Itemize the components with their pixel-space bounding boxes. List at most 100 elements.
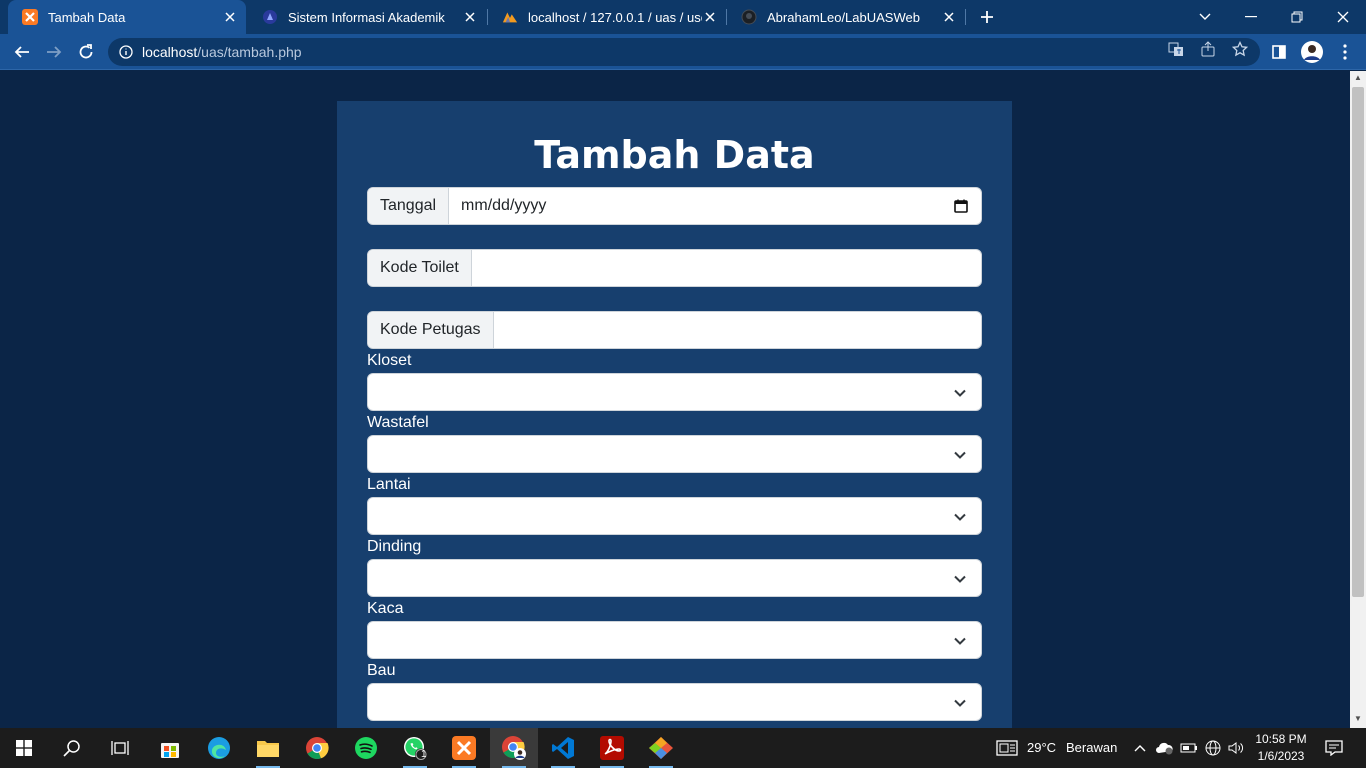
tab-search-button[interactable] [1182, 0, 1228, 34]
tab-title: Sistem Informasi Akademik [288, 9, 445, 25]
scroll-down-arrow-icon[interactable]: ▼ [1353, 714, 1363, 724]
kode-petugas-field[interactable] [493, 312, 981, 348]
close-icon[interactable] [702, 9, 718, 25]
git-icon [649, 737, 673, 759]
tab-phpmyadmin[interactable]: localhost / 127.0.0.1 / uas / users [488, 0, 726, 34]
search-button[interactable] [48, 728, 96, 768]
weather-monitor-icon [996, 740, 1018, 756]
edge-app[interactable] [195, 728, 243, 768]
chrome-profile-icon [502, 736, 526, 760]
restore-icon [1291, 11, 1303, 23]
close-window-button[interactable] [1320, 0, 1366, 34]
minimize-button[interactable] [1228, 0, 1274, 34]
onedrive-tray[interactable] [1153, 728, 1177, 768]
back-button[interactable] [8, 38, 36, 66]
lantai-label: Lantai [367, 476, 411, 493]
close-icon [1337, 11, 1349, 23]
battery-icon [1180, 743, 1197, 753]
translate-button[interactable] [1167, 40, 1185, 58]
close-icon[interactable] [462, 9, 478, 25]
info-icon[interactable] [118, 44, 134, 60]
minimize-icon [1245, 16, 1257, 18]
new-tab-button[interactable] [975, 5, 999, 29]
scroll-up-arrow-icon[interactable]: ▲ [1353, 73, 1363, 83]
dinding-label: Dinding [367, 538, 422, 555]
chevron-down-icon [954, 699, 966, 707]
clock-time: 10:58 PM [1255, 732, 1307, 746]
clock-date: 1/6/2023 [1257, 749, 1305, 763]
wastafel-label: Wastafel [367, 414, 429, 431]
tab-sistem-informasi[interactable]: Sistem Informasi Akademik [248, 0, 486, 34]
tab-title: Tambah Data [48, 9, 126, 25]
wastafel-select[interactable] [367, 435, 982, 473]
chrome-app[interactable] [293, 728, 341, 768]
notifications-button[interactable] [1318, 728, 1350, 768]
side-panel-button[interactable] [1265, 38, 1293, 66]
kaca-label: Kaca [367, 600, 404, 617]
github-icon [741, 9, 757, 25]
tanggal-date-field[interactable]: mm/dd/yyyy [449, 188, 941, 224]
page-scrollbar[interactable]: ▲ ▼ [1350, 71, 1366, 728]
dinding-select[interactable] [367, 559, 982, 597]
close-icon[interactable] [941, 9, 957, 25]
address-bar[interactable]: localhost/uas/tambah.php [108, 38, 1260, 66]
git-app[interactable] [637, 728, 685, 768]
tab-github[interactable]: AbrahamLeo/LabUASWeb [727, 0, 965, 34]
vscode-app[interactable] [539, 728, 587, 768]
reload-button[interactable] [72, 38, 100, 66]
forward-button[interactable] [40, 38, 68, 66]
task-view-button[interactable] [96, 728, 144, 768]
network-tray[interactable] [1201, 728, 1225, 768]
side-panel-icon [1272, 45, 1286, 59]
profile-button[interactable] [1298, 38, 1326, 66]
chevron-down-icon [954, 637, 966, 645]
phpmyadmin-icon [502, 9, 518, 25]
onedrive-icon [1156, 742, 1173, 755]
restore-button[interactable] [1274, 0, 1320, 34]
windows-taskbar: 1 29°C Berawan 10:58 PM 1/6/2023 [0, 728, 1366, 768]
kode-toilet-field[interactable] [471, 250, 981, 286]
taskbar-clock[interactable]: 10:58 PM 1/6/2023 [1248, 731, 1314, 765]
menu-button[interactable] [1331, 38, 1359, 66]
star-icon [1232, 41, 1248, 57]
kode-petugas-label: Kode Petugas [368, 312, 494, 348]
chrome-profile-app[interactable] [490, 728, 538, 768]
url-host: localhost [142, 44, 198, 60]
volume-tray[interactable] [1224, 728, 1248, 768]
tab-title: localhost / 127.0.0.1 / uas / users [528, 9, 702, 25]
weather-condition: Berawan [1066, 740, 1118, 755]
chrome-icon [306, 737, 329, 760]
calendar-icon[interactable] [941, 188, 981, 224]
spotify-app[interactable] [342, 728, 390, 768]
start-icon [16, 740, 32, 756]
store-app[interactable] [146, 728, 194, 768]
start-button[interactable] [0, 728, 48, 768]
battery-tray[interactable] [1177, 728, 1201, 768]
chevron-up-icon [1134, 745, 1146, 752]
chevron-down-icon [1199, 13, 1211, 20]
task-view-icon [111, 741, 129, 755]
share-button[interactable] [1199, 40, 1217, 58]
url-text: localhost/uas/tambah.php [142, 44, 302, 60]
scrollbar-thumb[interactable] [1352, 87, 1364, 597]
file-explorer-app[interactable] [244, 728, 292, 768]
whatsapp-app[interactable]: 1 [391, 728, 439, 768]
bookmark-button[interactable] [1231, 40, 1249, 58]
tab-separator [965, 9, 966, 25]
notification-icon [1325, 740, 1343, 756]
acrobat-app[interactable] [588, 728, 636, 768]
lantai-select[interactable] [367, 497, 982, 535]
avatar [1301, 41, 1323, 63]
tray-overflow-button[interactable] [1128, 728, 1152, 768]
arrow-right-icon [47, 46, 62, 58]
weather-temp: 29°C [1027, 740, 1057, 755]
close-icon[interactable] [222, 9, 238, 25]
university-icon [262, 9, 278, 25]
kaca-select[interactable] [367, 621, 982, 659]
xampp-app[interactable] [440, 728, 488, 768]
weather-widget[interactable] [984, 728, 1030, 768]
bau-select[interactable] [367, 683, 982, 721]
tab-tambah-data[interactable]: Tambah Data [8, 0, 246, 34]
kloset-select[interactable] [367, 373, 982, 411]
share-icon [1201, 41, 1215, 57]
